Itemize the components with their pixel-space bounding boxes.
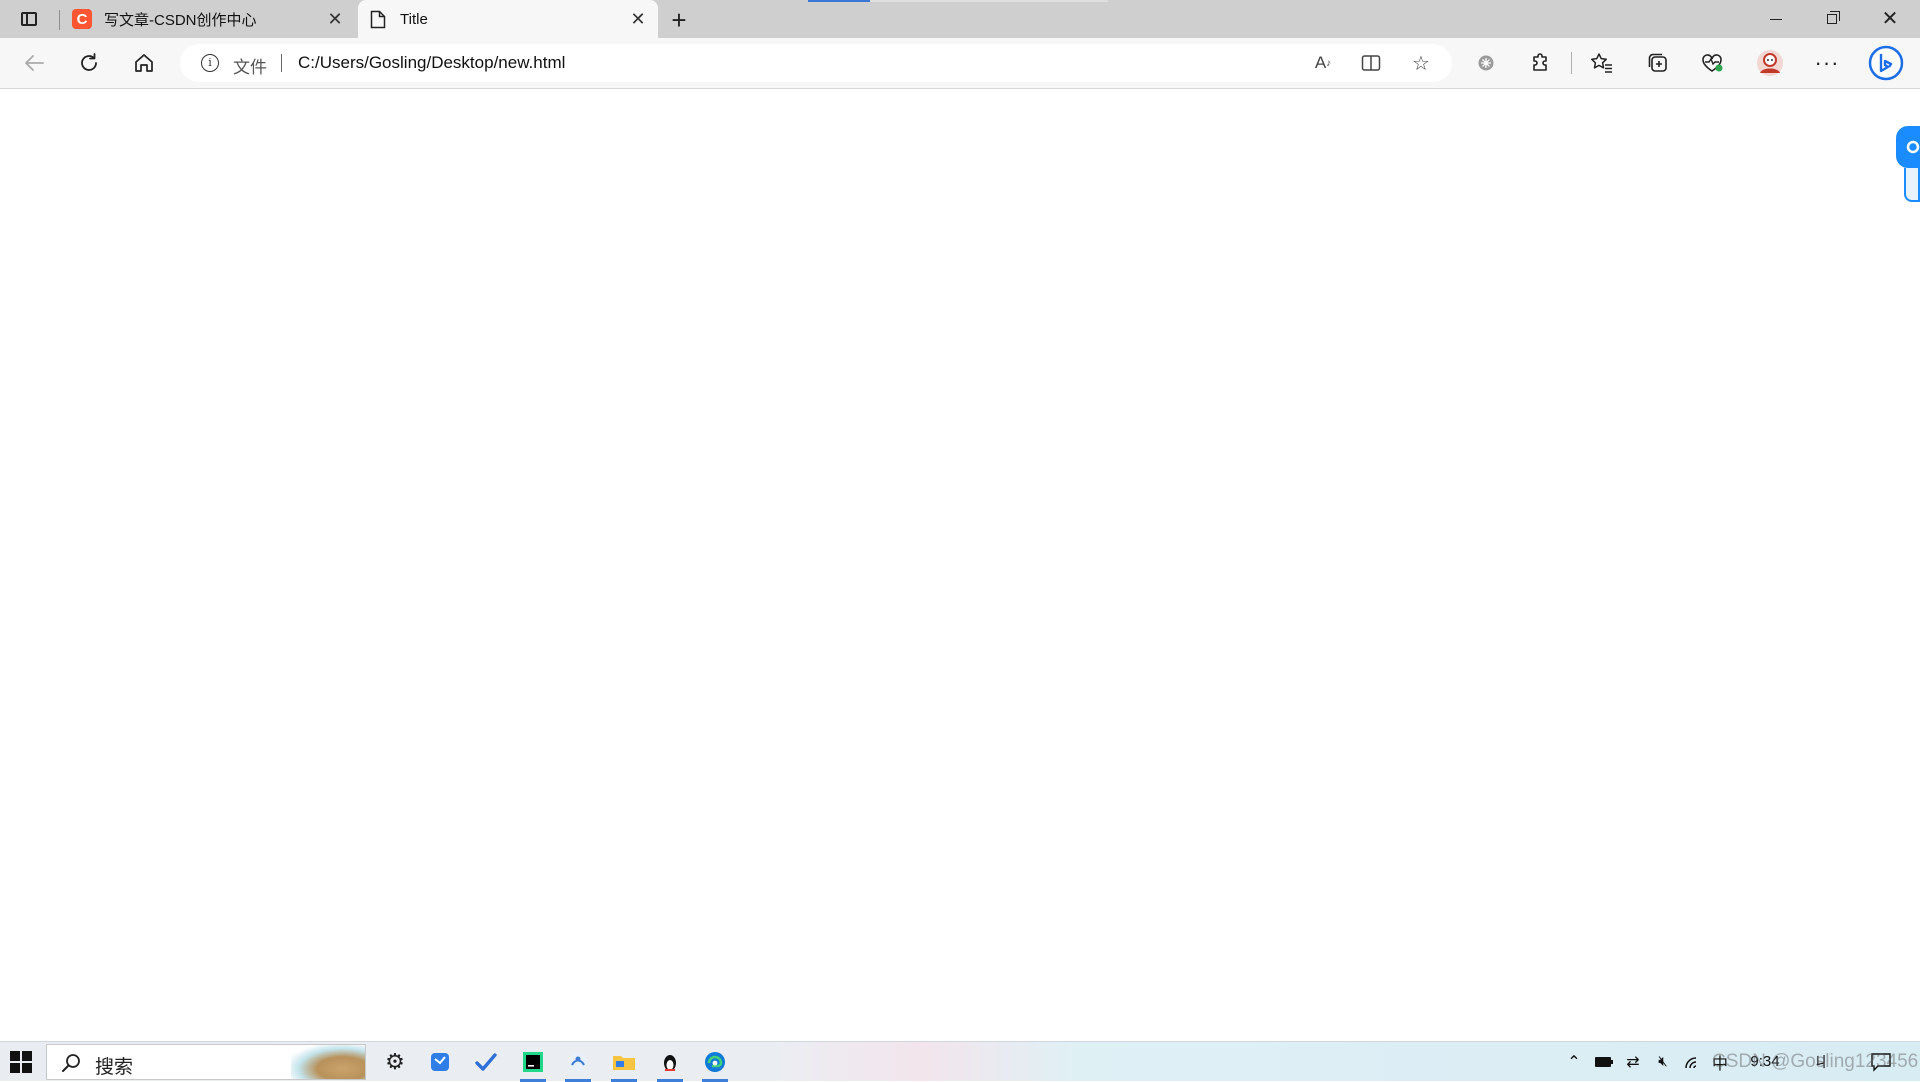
plus-icon: +: [671, 5, 687, 35]
restore-icon: [1827, 11, 1840, 24]
penguin-icon: [664, 1055, 676, 1071]
tab-title: Title: [400, 10, 428, 28]
feedback-app-icon: [431, 1053, 449, 1071]
profile-button[interactable]: [1752, 46, 1788, 80]
sidebar-toggle-widget[interactable]: [1896, 126, 1920, 168]
ellipsis-icon: ···: [1814, 50, 1840, 75]
close-tab-icon[interactable]: ✕: [325, 9, 345, 29]
gear-icon: ⚙: [385, 1049, 405, 1074]
taskbar-app-penguin[interactable]: [655, 1047, 685, 1082]
search-highlight-image: [291, 1045, 365, 1079]
taskbar-app-feedback[interactable]: [425, 1047, 455, 1077]
taskbar: 搜索 ⚙ ⌃ ⇄ 🔇︎ 中 9:34 ㄐ CSDN @Gosling123456: [0, 1041, 1920, 1082]
taskbar-file-explorer[interactable]: [609, 1047, 639, 1082]
checkmark-icon: [475, 1053, 497, 1071]
split-screen-icon[interactable]: [1358, 51, 1384, 75]
chevron-up-icon: ⌃: [1567, 1053, 1581, 1071]
taskbar-pycharm[interactable]: [518, 1047, 548, 1082]
toolbar-divider: [1571, 52, 1572, 74]
tray-battery[interactable]: [1592, 1042, 1616, 1081]
bing-icon: [1868, 45, 1904, 81]
network-app-icon: [569, 1053, 587, 1071]
taskbar-settings[interactable]: ⚙: [380, 1047, 410, 1077]
heart-pulse-icon: [1702, 54, 1723, 72]
windows-start-button[interactable]: [10, 1051, 32, 1073]
tab-actions-button[interactable]: [16, 7, 42, 31]
loading-progress-fill: [808, 0, 870, 2]
collections-icon: [1648, 53, 1667, 72]
close-icon: ✕: [1881, 8, 1899, 30]
document-icon: [370, 10, 386, 29]
edge-icon: [705, 1052, 725, 1072]
search-icon: [62, 1054, 80, 1072]
restore-button[interactable]: [1804, 0, 1860, 38]
favorites-list-icon: [1591, 53, 1612, 73]
transfer-icon: ⇄: [1626, 1053, 1640, 1071]
tray-wifi[interactable]: [1683, 1042, 1705, 1081]
refresh-button[interactable]: [71, 46, 107, 80]
extension-gray-icon: [1478, 55, 1494, 71]
volume-muted-icon: 🔇︎: [1658, 1053, 1668, 1070]
wifi-icon: [1685, 1056, 1697, 1068]
search-placeholder: 搜索: [95, 1057, 134, 1078]
close-tab-icon[interactable]: ✕: [628, 9, 648, 29]
puzzle-icon: [1533, 53, 1547, 71]
more-button[interactable]: ···: [1809, 46, 1845, 80]
tab-actions-icon: [21, 12, 37, 26]
back-button[interactable]: [16, 46, 52, 80]
watermark: CSDN @Gosling123456: [1712, 1051, 1919, 1072]
folder-icon: [613, 1056, 635, 1070]
browser-toolbar: i 文件 C:/Users/Gosling/Desktop/new.html A…: [0, 38, 1920, 89]
read-aloud-icon[interactable]: A ♪: [1310, 51, 1336, 75]
link-icon: [1906, 140, 1920, 154]
url-text[interactable]: C:/Users/Gosling/Desktop/new.html: [298, 53, 565, 73]
taskbar-search[interactable]: 搜索: [46, 1044, 366, 1080]
star-icon[interactable]: ☆: [1408, 51, 1434, 75]
info-icon[interactable]: i: [201, 54, 219, 72]
csdn-logo-icon: C: [72, 9, 92, 29]
close-window-button[interactable]: ✕: [1862, 0, 1918, 38]
tray-connection[interactable]: ⇄: [1621, 1042, 1645, 1081]
taskbar-edge[interactable]: [700, 1047, 730, 1082]
tab-title: 写文章-CSDN创作中心: [104, 11, 257, 29]
tab-title-active[interactable]: Title ✕: [358, 0, 658, 38]
favorites-button[interactable]: [1584, 46, 1620, 80]
sidebar-handle[interactable]: [1904, 168, 1920, 202]
copilot-button[interactable]: [1866, 45, 1906, 81]
extension-button[interactable]: [1468, 46, 1504, 80]
new-tab-button[interactable]: +: [665, 6, 693, 34]
refresh-icon: [81, 53, 97, 71]
taskbar-todo[interactable]: [471, 1047, 501, 1077]
tray-volume[interactable]: 🔇︎: [1651, 1042, 1675, 1081]
avatar-icon: [1757, 50, 1783, 76]
browser-essentials-button[interactable]: [1694, 46, 1730, 80]
tray-expand[interactable]: ⌃: [1564, 1042, 1584, 1081]
minimize-button[interactable]: [1748, 0, 1804, 38]
windows-logo-icon: [10, 1051, 20, 1061]
address-bar[interactable]: i 文件 C:/Users/Gosling/Desktop/new.html A…: [180, 44, 1452, 82]
back-arrow-icon: [25, 55, 44, 71]
home-button[interactable]: [126, 46, 162, 80]
taskbar-network-app[interactable]: [563, 1047, 593, 1082]
protocol-label: 文件: [233, 58, 267, 77]
home-icon: [135, 54, 153, 72]
loading-progress-bar: [808, 0, 1108, 2]
tab-strip: C 写文章-CSDN创作中心 ✕ Title ✕ + ✕: [0, 0, 1920, 39]
pycharm-icon: [523, 1052, 543, 1072]
extensions-button[interactable]: [1523, 46, 1559, 80]
page-content[interactable]: [0, 89, 1920, 1041]
minimize-icon: [1770, 18, 1782, 20]
battery-icon: [1595, 1056, 1613, 1067]
collections-button[interactable]: [1640, 46, 1676, 80]
address-divider: [281, 54, 282, 72]
tab-csdn-editor[interactable]: C 写文章-CSDN创作中心 ✕: [60, 0, 355, 38]
